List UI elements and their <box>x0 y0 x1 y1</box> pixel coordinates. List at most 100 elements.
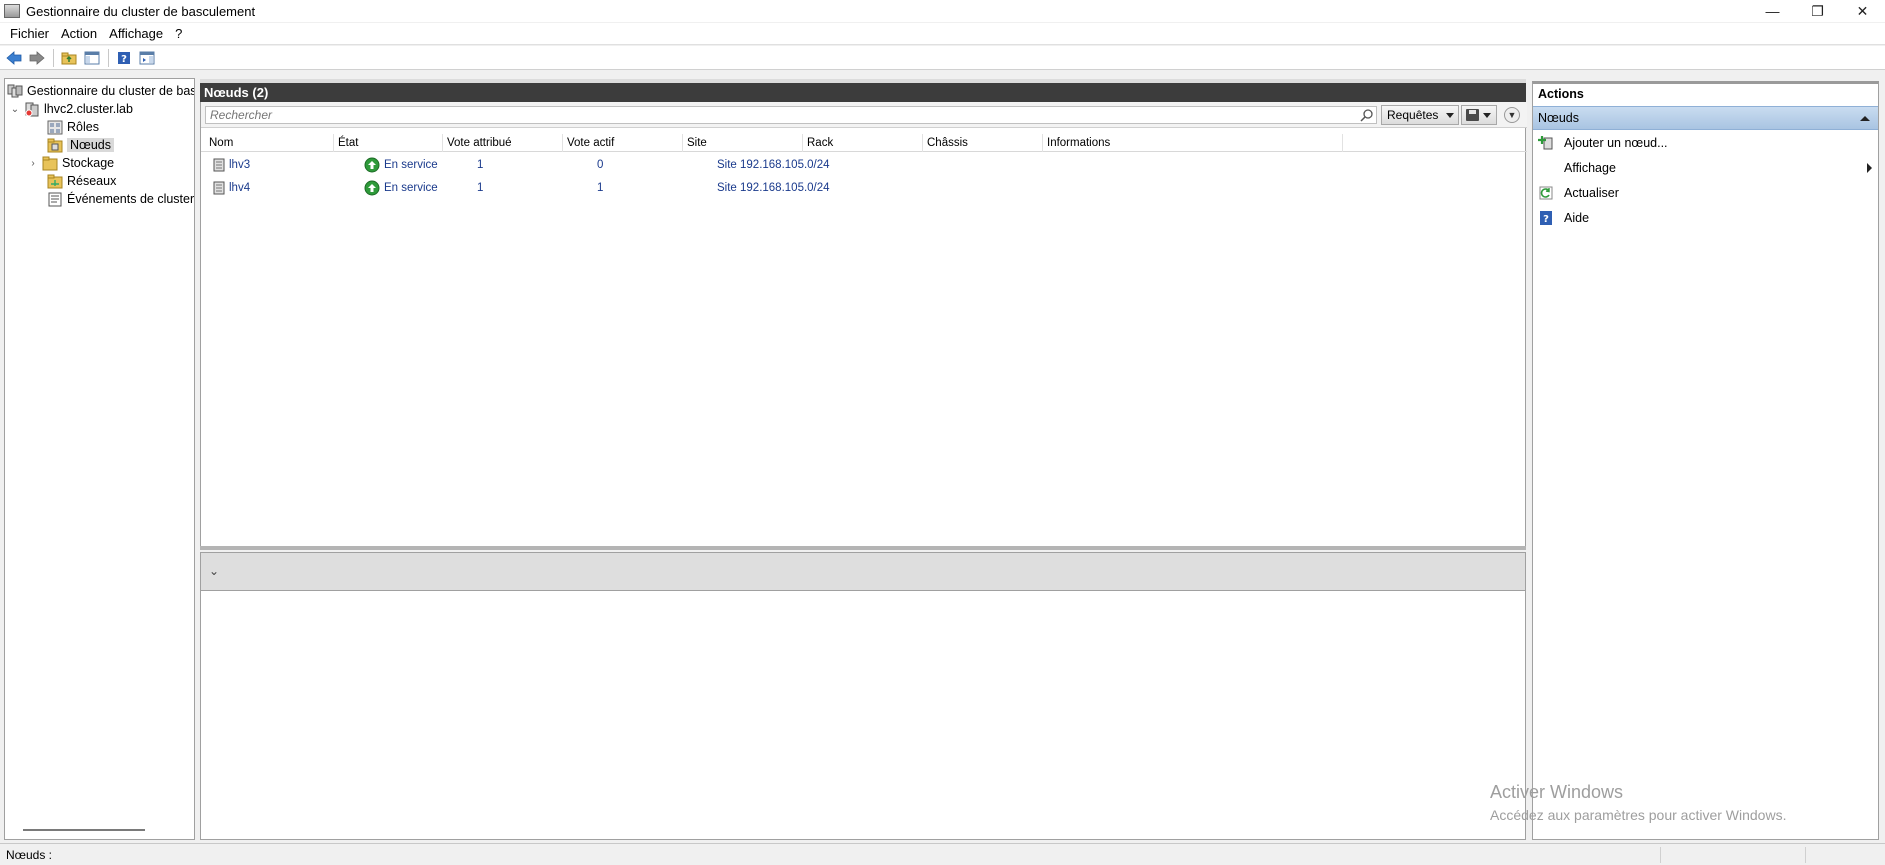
folder-up-icon <box>61 52 77 64</box>
action-label: Affichage <box>1564 161 1616 175</box>
column-header-name[interactable]: Nom <box>205 134 334 152</box>
collapse-button[interactable]: ▼ <box>1504 107 1520 123</box>
search-icon[interactable] <box>1360 108 1374 122</box>
dropdown-arrow-icon <box>1446 113 1454 118</box>
restore-button[interactable]: ❐ <box>1795 0 1840 22</box>
tree-item-label: Stockage <box>62 156 115 170</box>
menu-action[interactable]: Action <box>55 26 103 41</box>
action-add-node[interactable]: Ajouter un nœud... <box>1533 132 1878 154</box>
vote-assigned-cell: 1 <box>477 182 484 194</box>
search-input[interactable] <box>205 106 1377 124</box>
queries-button[interactable]: Requêtes <box>1381 105 1459 125</box>
up-folder-button[interactable] <box>58 48 80 68</box>
vote-active-cell: 0 <box>597 159 604 171</box>
tree-item-label: Rôles <box>67 120 99 134</box>
column-header-info[interactable]: Informations <box>1043 134 1343 152</box>
blank-icon <box>1538 160 1554 176</box>
collapse-chevron-icon[interactable]: ⌄ <box>9 104 21 115</box>
table-row[interactable]: lhv4 En service 1 1 Site 192.168.105.0/2… <box>201 178 1527 198</box>
status-separator <box>1660 847 1661 863</box>
node-state-cell: En service <box>364 155 438 175</box>
tree-cluster[interactable]: ⌄ lhvc2.cluster.lab <box>9 100 133 118</box>
window-title: Gestionnaire du cluster de basculement <box>26 3 256 19</box>
toolbar: ? <box>0 46 1885 70</box>
node-name-cell: lhv4 <box>213 178 250 198</box>
collapse-up-icon[interactable] <box>1860 116 1870 121</box>
chevron-down-icon[interactable]: ⌄ <box>209 564 219 578</box>
title-bar: Gestionnaire du cluster de basculement —… <box>0 0 1885 22</box>
column-header-site[interactable]: Site <box>683 134 803 152</box>
show-hide-tree-button[interactable] <box>81 48 103 68</box>
column-header-rack[interactable]: Rack <box>803 134 923 152</box>
column-header-chassis[interactable]: Châssis <box>923 134 1043 152</box>
node-state-cell: En service <box>364 178 438 198</box>
tree-item-storage[interactable]: › Stockage <box>27 154 114 172</box>
close-button[interactable]: ✕ <box>1840 0 1885 22</box>
node-name-cell: lhv3 <box>213 155 250 175</box>
vote-assigned-cell: 1 <box>477 159 484 171</box>
help-icon: ? <box>118 51 130 65</box>
forward-button[interactable] <box>26 48 48 68</box>
action-label: Aide <box>1564 211 1590 225</box>
site-cell: Site 192.168.105.0/24 <box>717 159 830 171</box>
table-row[interactable]: lhv3 En service 1 0 Site 192.168.105.0/2… <box>201 155 1527 175</box>
submenu-arrow-icon <box>1867 163 1872 173</box>
window-controls: — ❐ ✕ <box>1750 0 1885 22</box>
status-bar: Nœuds : <box>0 843 1885 865</box>
column-header-vote-assigned[interactable]: Vote attribué <box>443 134 563 152</box>
roles-icon <box>47 120 63 134</box>
menu-help[interactable]: ? <box>169 26 188 41</box>
nodes-folder-icon <box>47 138 63 152</box>
tree-item-cluster-events[interactable]: Événements de cluster <box>47 190 194 208</box>
action-help[interactable]: ? Aide <box>1533 207 1878 229</box>
site-cell: Site 192.168.105.0/24 <box>717 182 830 194</box>
queries-label: Requêtes <box>1387 108 1439 122</box>
activation-watermark-text: Accédez aux paramètres pour activer Wind… <box>1490 807 1787 823</box>
action-label: Actualiser <box>1564 186 1619 200</box>
tree-item-networks[interactable]: Réseaux <box>47 172 116 190</box>
tree-item-label: Réseaux <box>67 174 117 188</box>
action-refresh[interactable]: Actualiser <box>1533 182 1878 204</box>
save-disk-icon <box>1466 109 1479 121</box>
svg-text:?: ? <box>121 54 127 65</box>
save-query-button[interactable] <box>1461 105 1497 125</box>
minimize-button[interactable]: — <box>1750 0 1795 22</box>
tree-root[interactable]: Gestionnaire du cluster de basculement <box>7 82 194 100</box>
tree-item-nodes[interactable]: Nœuds <box>47 136 114 154</box>
server-icon <box>213 158 225 172</box>
action-view[interactable]: Affichage <box>1533 157 1878 179</box>
column-header-vote-active[interactable]: Vote actif <box>563 134 683 152</box>
node-state: En service <box>384 159 438 171</box>
menu-file[interactable]: Fichier <box>4 26 55 41</box>
cluster-manager-app-icon <box>4 4 20 18</box>
storage-folder-icon <box>42 156 58 170</box>
expand-chevron-icon[interactable]: › <box>27 158 39 169</box>
menu-view[interactable]: Affichage <box>103 26 169 41</box>
actions-section-label: Nœuds <box>1538 111 1579 125</box>
forward-arrow-icon <box>29 50 45 65</box>
tree-root-label: Gestionnaire du cluster de basculement <box>27 84 194 98</box>
action-label: Ajouter un nœud... <box>1564 136 1668 150</box>
back-arrow-icon <box>6 50 22 65</box>
toolbar-separator <box>53 48 54 67</box>
page-title: Nœuds (2) <box>204 85 269 100</box>
dropdown-arrow-icon <box>1483 113 1491 118</box>
refresh-icon <box>1539 186 1553 200</box>
detail-pane-header[interactable]: ⌄ <box>200 552 1526 591</box>
server-icon <box>213 181 225 195</box>
tree-cluster-label: lhvc2.cluster.lab <box>44 102 133 116</box>
cluster-manager-icon <box>7 84 23 97</box>
status-up-arrow-icon <box>364 157 380 173</box>
chevron-down-icon: ▼ <box>1507 110 1517 120</box>
tree-item-roles[interactable]: Rôles <box>47 118 99 136</box>
toolbar-separator <box>108 48 109 67</box>
horizontal-scrollbar[interactable] <box>23 829 145 831</box>
help-button[interactable]: ? <box>113 48 135 68</box>
column-header-state[interactable]: État <box>334 134 443 152</box>
cluster-icon <box>25 102 39 116</box>
svg-text:?: ? <box>1543 214 1549 225</box>
show-hide-action-pane-button[interactable] <box>136 48 158 68</box>
back-button[interactable] <box>3 48 25 68</box>
pane-splitter[interactable] <box>200 546 1526 550</box>
actions-section-nodes[interactable]: Nœuds <box>1533 106 1878 130</box>
